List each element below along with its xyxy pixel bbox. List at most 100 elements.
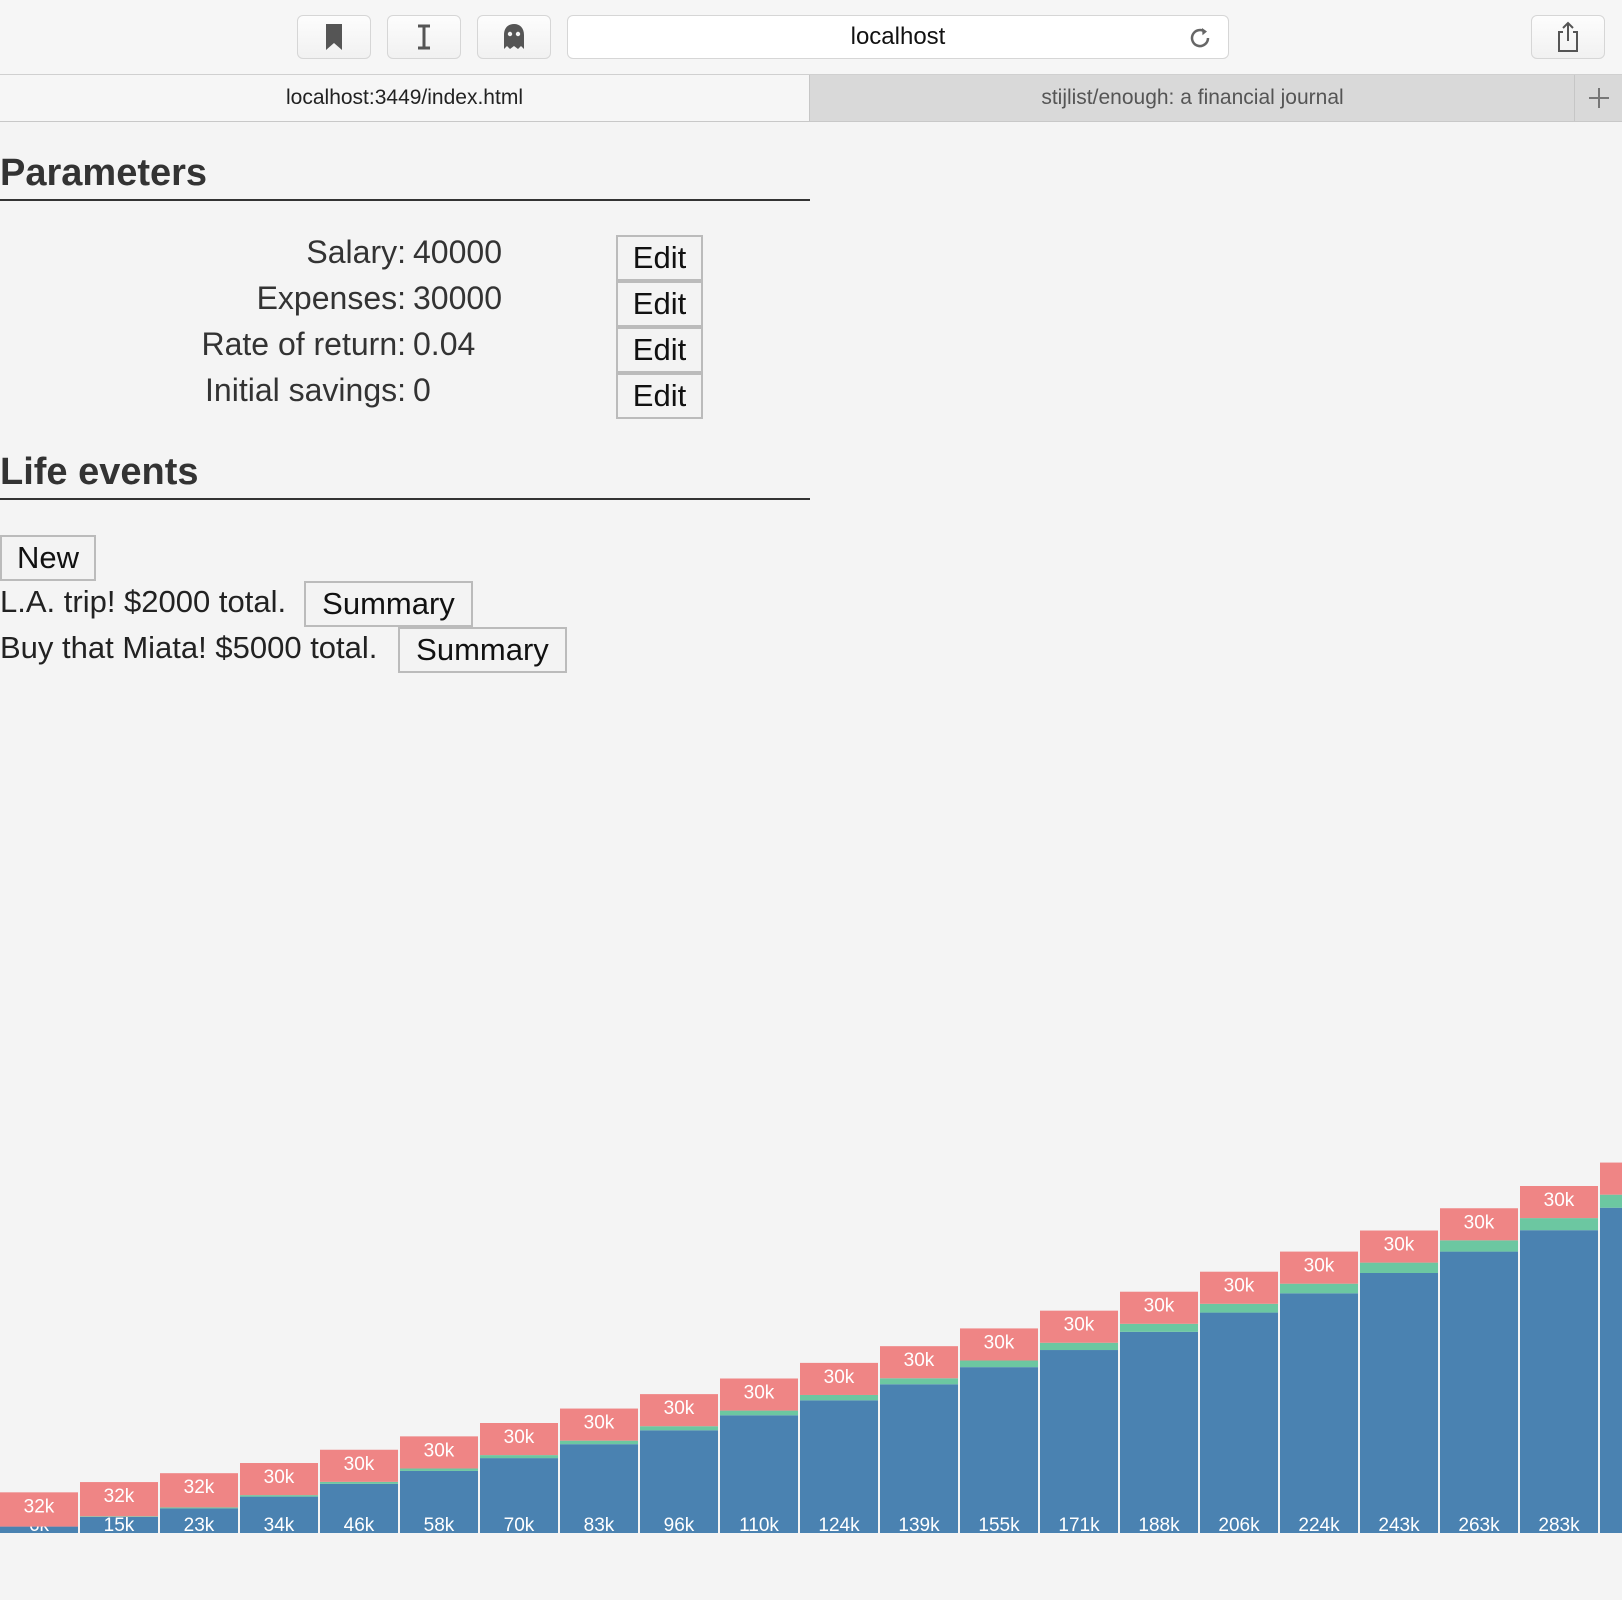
param-row-salary: Salary: 40000 (0, 234, 1622, 274)
ghost-icon (504, 24, 524, 49)
bar-savings (960, 1367, 1038, 1533)
tab-enough[interactable]: stijlist/enough: a financial journal (811, 75, 1575, 121)
param-label: Initial savings: (205, 372, 406, 408)
edit-expenses-button[interactable]: Edit (616, 281, 703, 327)
tab-label: stijlist/enough: a financial journal (1041, 86, 1344, 109)
bar-returns (1280, 1283, 1358, 1294)
bar-label-expenses: 30k (664, 1398, 695, 1419)
bar-returns (1600, 1194, 1622, 1208)
bar-label-savings: 15k (104, 1515, 135, 1536)
event-text: Buy that Miata! $5000 total. (0, 630, 378, 665)
text-cursor-icon (418, 24, 430, 50)
bar-savings (1040, 1350, 1118, 1533)
bar-label-expenses: 32k (104, 1486, 135, 1507)
bar-label-expenses: 30k (1384, 1235, 1415, 1256)
bar-label-savings: 70k (504, 1515, 535, 1536)
param-value: 30000 (413, 280, 502, 316)
bar-label-savings: 139k (898, 1515, 940, 1536)
bar-label-expenses: 30k (744, 1382, 775, 1403)
bar-returns (1440, 1240, 1518, 1252)
bar-returns (960, 1360, 1038, 1368)
param-label: Expenses: (256, 280, 406, 316)
bar-label-expenses: 30k (1144, 1296, 1175, 1317)
bar-returns (880, 1378, 958, 1385)
param-row-initial-savings: Initial savings: 0 (0, 372, 1622, 412)
tab-bar: localhost:3449/index.html stijlist/enoug… (0, 75, 1622, 122)
bar-returns (560, 1440, 638, 1445)
edit-rate-button[interactable]: Edit (616, 327, 703, 373)
bar-label-expenses: 30k (1304, 1256, 1335, 1277)
bar-label-savings: 23k (184, 1515, 215, 1536)
param-label: Salary: (306, 234, 406, 270)
bar-label-expenses: 32k (24, 1496, 55, 1517)
bar-label-savings: 188k (1138, 1515, 1180, 1536)
bar-returns (160, 1507, 238, 1509)
bar-label-expenses: 30k (984, 1332, 1015, 1353)
bar-returns (800, 1394, 878, 1401)
bar-label-savings: 96k (664, 1515, 695, 1536)
event-text: L.A. trip! $2000 total. (0, 584, 287, 619)
tab-localhost[interactable]: localhost:3449/index.html (0, 75, 810, 121)
parameters-heading: Parameters (0, 152, 810, 201)
edit-salary-button[interactable]: Edit (616, 235, 703, 281)
bar-savings (1440, 1251, 1518, 1533)
bar-savings (1600, 1207, 1622, 1533)
bar-label-savings: 110k (739, 1515, 779, 1536)
bar-label-expenses: 30k (904, 1350, 935, 1371)
reload-icon[interactable] (1186, 24, 1214, 52)
bar-savings (1360, 1272, 1438, 1533)
life-events-heading: Life events (0, 451, 810, 500)
bar-label-expenses: 30k (1064, 1315, 1095, 1336)
bar-savings (880, 1384, 958, 1533)
bar-savings (1200, 1312, 1278, 1533)
address-bar[interactable]: localhost (567, 15, 1229, 59)
bar-returns (1200, 1303, 1278, 1313)
bar-label-expenses: 30k (1224, 1276, 1255, 1297)
browser-toolbar: localhost (0, 0, 1622, 75)
reader-button[interactable] (387, 15, 461, 59)
bar-savings (1120, 1331, 1198, 1533)
bar-label-savings: 46k (344, 1515, 375, 1536)
new-tab-button[interactable] (1576, 75, 1622, 121)
bar-label-expenses: 30k (344, 1454, 375, 1475)
param-label: Rate of return: (201, 326, 406, 362)
bar-label-savings: 124k (818, 1515, 860, 1536)
bookmark-button[interactable] (297, 15, 371, 59)
bar-returns (1040, 1342, 1118, 1351)
bar-label-savings: 58k (424, 1515, 455, 1536)
bar-label-savings: 263k (1458, 1515, 1500, 1536)
bar-label-expenses: 30k (1464, 1212, 1495, 1233)
param-value: 0 (413, 372, 431, 408)
bar-returns (480, 1455, 558, 1459)
bar-label-expenses: 32k (184, 1477, 215, 1498)
event-item: L.A. trip! $2000 total. (0, 584, 286, 620)
address-text: localhost (850, 23, 946, 50)
bar-returns (640, 1426, 718, 1431)
bar-savings (1520, 1230, 1598, 1533)
bar-label-expenses: 30k (264, 1467, 295, 1488)
share-button[interactable] (1531, 15, 1605, 59)
bar-returns (320, 1481, 398, 1484)
bookmark-icon (326, 24, 342, 50)
bar-returns (240, 1495, 318, 1497)
bar-label-savings: 83k (584, 1515, 615, 1536)
bar-label-savings: 171k (1058, 1515, 1100, 1536)
bar-label-expenses: 30k (824, 1367, 855, 1388)
bar-label-expenses: 30k (504, 1427, 535, 1448)
plus-icon (1589, 88, 1609, 108)
tab-label: localhost:3449/index.html (286, 86, 523, 109)
param-value: 0.04 (413, 326, 476, 362)
new-event-button[interactable]: New (0, 535, 96, 581)
bar-returns (400, 1468, 478, 1471)
bar-label-savings: 224k (1298, 1515, 1340, 1536)
bar-label-expenses: 30k (424, 1440, 455, 1461)
edit-initial-savings-button[interactable]: Edit (616, 373, 703, 419)
ghostery-button[interactable] (477, 15, 551, 59)
event-summary-button[interactable]: Summary (398, 627, 567, 673)
bar-savings (800, 1400, 878, 1533)
event-summary-button[interactable]: Summary (304, 581, 473, 627)
param-value: 40000 (413, 234, 502, 270)
bar-expenses (1600, 1162, 1622, 1195)
bar-returns (1360, 1262, 1438, 1273)
bar-returns (720, 1410, 798, 1416)
